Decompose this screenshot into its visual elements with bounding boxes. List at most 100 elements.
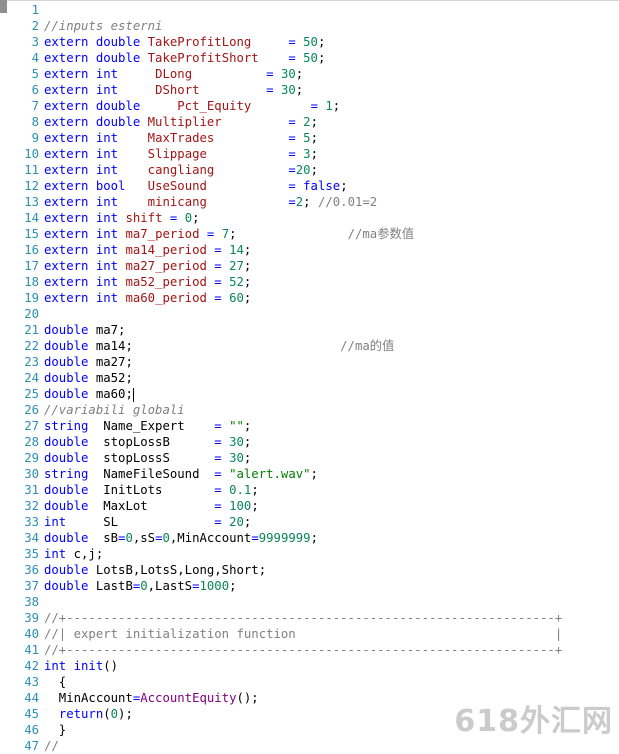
- code-line[interactable]: 47 //: [0, 738, 619, 754]
- code-text[interactable]: extern int shift = 0;: [44, 210, 200, 226]
- code-token: ma27_period: [125, 259, 207, 273]
- code-line[interactable]: 21 double ma7;: [0, 322, 619, 338]
- code-line[interactable]: 17 extern int ma27_period = 27;: [0, 258, 619, 274]
- code-line[interactable]: 30 string NameFileSound = "alert.wav";: [0, 466, 619, 482]
- code-line[interactable]: 34 double sB=0,sS=0,MinAccount=9999999;: [0, 530, 619, 546]
- code-line[interactable]: 7 extern double Pct_Equity = 1;: [0, 98, 619, 114]
- code-text[interactable]: extern double TakeProfitLong = 50;: [44, 34, 325, 50]
- code-line[interactable]: 20: [0, 306, 619, 322]
- code-text[interactable]: return(0);: [44, 706, 133, 722]
- code-line[interactable]: 12 extern bool UseSound = false;: [0, 178, 619, 194]
- code-line[interactable]: 5 extern int DLong = 30;: [0, 66, 619, 82]
- code-text[interactable]: extern int DLong = 30;: [44, 66, 303, 82]
- code-line[interactable]: 36 double LotsB,LotsS,Long,Short;: [0, 562, 619, 578]
- code-text[interactable]: extern int ma27_period = 27;: [44, 258, 251, 274]
- code-text[interactable]: double ma14; //ma的值: [44, 338, 394, 354]
- code-line[interactable]: 16 extern int ma14_period = 14;: [0, 242, 619, 258]
- code-line[interactable]: 31 double InitLots = 0.1;: [0, 482, 619, 498]
- code-line[interactable]: 38: [0, 594, 619, 610]
- code-text[interactable]: extern int minicang =2; //0.01=2: [44, 194, 377, 210]
- code-text[interactable]: double ma52;: [44, 370, 133, 386]
- code-text[interactable]: //+-------------------------------------…: [44, 610, 562, 626]
- code-text[interactable]: //| expert initialization function |: [44, 626, 562, 642]
- code-text[interactable]: extern int ma60_period = 60;: [44, 290, 251, 306]
- code-text[interactable]: double stopLossB = 30;: [44, 434, 251, 450]
- code-line[interactable]: 42 int init(): [0, 658, 619, 674]
- code-line[interactable]: 1: [0, 2, 619, 18]
- code-text[interactable]: extern int MaxTrades = 5;: [44, 130, 318, 146]
- code-text[interactable]: double LastB=0,LastS=1000;: [44, 578, 237, 594]
- code-token: ;: [310, 163, 318, 177]
- code-token: =: [288, 163, 296, 177]
- code-line[interactable]: 10 extern int Slippage = 3;: [0, 146, 619, 162]
- code-text[interactable]: //inputs esterni: [44, 18, 162, 34]
- code-editor[interactable]: 1 2//inputs esterni 3 extern double TakePro…: [0, 2, 619, 754]
- code-text[interactable]: extern int ma52_period = 52;: [44, 274, 251, 290]
- code-text[interactable]: extern double Pct_Equity = 1;: [44, 98, 340, 114]
- code-line[interactable]: 24 double ma52;: [0, 370, 619, 386]
- code-token: =: [214, 435, 222, 449]
- code-text[interactable]: double MaxLot = 100;: [44, 498, 259, 514]
- code-text[interactable]: {: [44, 674, 66, 690]
- code-text[interactable]: double ma7;: [44, 322, 125, 338]
- code-text[interactable]: extern int ma7_period = 7; //ma参数值: [44, 226, 414, 242]
- code-line[interactable]: 43 {: [0, 674, 619, 690]
- code-text[interactable]: double ma60;: [44, 386, 134, 402]
- code-line[interactable]: 25 double ma60;: [0, 386, 619, 402]
- code-text[interactable]: //: [44, 738, 59, 754]
- code-text[interactable]: extern bool UseSound = false;: [44, 178, 348, 194]
- code-text[interactable]: double sB=0,sS=0,MinAccount=9999999;: [44, 530, 318, 546]
- code-text[interactable]: string Name_Expert = "";: [44, 418, 251, 434]
- code-text[interactable]: extern int DShort = 30;: [44, 82, 303, 98]
- code-line[interactable]: 33 int SL = 20;: [0, 514, 619, 530]
- code-line[interactable]: 22 double ma14; //ma的值: [0, 338, 619, 354]
- code-token: ma7;: [88, 323, 126, 337]
- code-line[interactable]: 14 extern int shift = 0;: [0, 210, 619, 226]
- code-text[interactable]: int init(): [44, 658, 118, 674]
- code-line[interactable]: 18 extern int ma52_period = 52;: [0, 274, 619, 290]
- code-text[interactable]: extern double TakeProfitShort = 50;: [44, 50, 325, 66]
- code-line[interactable]: 26 //variabili globali: [0, 402, 619, 418]
- line-number: 15: [24, 227, 39, 241]
- code-text[interactable]: int c,j;: [44, 546, 103, 562]
- code-line[interactable]: 40 //| expert initialization function |: [0, 626, 619, 642]
- code-text[interactable]: string NameFileSound = "alert.wav";: [44, 466, 318, 482]
- code-line[interactable]: 3 extern double TakeProfitLong = 50;: [0, 34, 619, 50]
- code-line[interactable]: 6 extern int DShort = 30;: [0, 82, 619, 98]
- code-text[interactable]: double InitLots = 0.1;: [44, 482, 259, 498]
- code-text[interactable]: //variabili globali: [44, 402, 185, 418]
- code-line[interactable]: 29 double stopLossS = 30;: [0, 450, 619, 466]
- code-line[interactable]: 4 extern double TakeProfitShort = 50;: [0, 50, 619, 66]
- code-line[interactable]: 23 double ma27;: [0, 354, 619, 370]
- code-text[interactable]: double stopLossS = 30;: [44, 450, 251, 466]
- code-line[interactable]: 39 //+-----------------------------------…: [0, 610, 619, 626]
- code-text[interactable]: extern int Slippage = 3;: [44, 146, 318, 162]
- code-line[interactable]: 19 extern int ma60_period = 60;: [0, 290, 619, 306]
- code-text[interactable]: double LotsB,LotsS,Long,Short;: [44, 562, 266, 578]
- code-text[interactable]: //+-------------------------------------…: [44, 642, 562, 658]
- code-text[interactable]: MinAccount=AccountEquity();: [44, 690, 259, 706]
- code-text[interactable]: extern int cangliang =20;: [44, 162, 318, 178]
- code-text[interactable]: extern double Multiplier = 2;: [44, 114, 318, 130]
- code-text[interactable]: int SL = 20;: [44, 514, 251, 530]
- code-line[interactable]: 27 string Name_Expert = "";: [0, 418, 619, 434]
- code-text[interactable]: double ma27;: [44, 354, 133, 370]
- code-line[interactable]: 2 //inputs esterni: [0, 18, 619, 34]
- code-token: ;: [243, 259, 252, 273]
- code-line[interactable]: 41 //+-----------------------------------…: [0, 642, 619, 658]
- code-line[interactable]: 32 double MaxLot = 100;: [0, 498, 619, 514]
- code-line[interactable]: 11 extern int cangliang =20;: [0, 162, 619, 178]
- code-line[interactable]: 13 extern int minicang =2; //0.01=2: [0, 194, 619, 210]
- code-line[interactable]: 35 int c,j;: [0, 546, 619, 562]
- code-line[interactable]: 28 double stopLossB = 30;: [0, 434, 619, 450]
- code-token: ;: [317, 35, 326, 49]
- code-text[interactable]: extern int ma14_period = 14;: [44, 242, 251, 258]
- code-line[interactable]: 9 extern int MaxTrades = 5;: [0, 130, 619, 146]
- code-token: bool: [95, 179, 126, 193]
- code-line[interactable]: 8 extern double Multiplier = 2;: [0, 114, 619, 130]
- code-line[interactable]: 37 double LastB=0,LastS=1000;: [0, 578, 619, 594]
- code-text[interactable]: }: [44, 722, 66, 738]
- code-line[interactable]: 15 extern int ma7_period = 7; //ma参数值: [0, 226, 619, 242]
- code-token: ;: [310, 147, 318, 161]
